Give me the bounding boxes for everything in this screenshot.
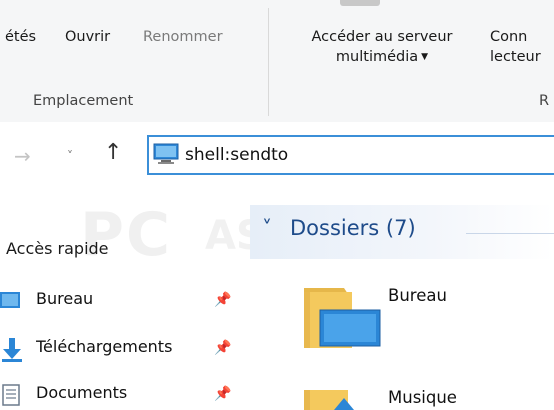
dropdown-caret-icon: ▼ — [421, 52, 429, 62]
connect-drive-label-line1: Conn — [490, 29, 528, 45]
media-server-label-line2: multimédia ▼ — [335, 49, 429, 65]
media-server-label-line1: Accéder au serveur — [311, 29, 453, 45]
group-label-location: Emplacement — [33, 93, 134, 109]
address-input[interactable] — [185, 141, 554, 169]
properties-button[interactable]: étés — [5, 27, 36, 47]
chevron-collapse-icon[interactable]: ˅ — [262, 216, 272, 240]
media-server-button[interactable]: Accéder au serveur multimédia ▼ — [282, 27, 482, 67]
chevron-down-icon[interactable]: ˅ — [67, 149, 73, 163]
connect-drive-button[interactable]: Conn lecteur — [490, 27, 541, 67]
pin-icon[interactable]: 📌 — [214, 386, 231, 402]
group-label-network: R — [539, 93, 550, 109]
open-button[interactable]: Ouvrir — [65, 27, 110, 47]
nav-item-label: Bureau — [36, 289, 94, 308]
ribbon-top-indicator — [340, 0, 380, 6]
group-title: Dossiers (7) — [290, 216, 416, 240]
ribbon-separator — [268, 8, 269, 116]
this-pc-icon — [153, 143, 179, 164]
quick-access-header[interactable]: Accès rapide — [6, 239, 109, 258]
music-folder-icon — [304, 390, 354, 410]
folder-label: Musique — [388, 388, 457, 407]
desktop-folder-icon — [304, 288, 381, 348]
pin-icon[interactable]: 📌 — [214, 340, 231, 356]
group-header-folders[interactable]: ˅ Dossiers (7) — [250, 205, 554, 259]
up-arrow-icon[interactable]: ↑ — [104, 140, 122, 165]
address-bar[interactable] — [147, 135, 554, 175]
desktop-icon — [0, 292, 20, 308]
folder-item-music[interactable]: Musique — [300, 380, 554, 410]
ribbon: étés Ouvrir Renommer Accéder au serveur … — [0, 0, 554, 123]
nav-item-label: Téléchargements — [36, 337, 173, 356]
folder-item-desktop[interactable]: Bureau — [300, 286, 554, 356]
nav-item-label: Documents — [36, 383, 128, 402]
rename-button[interactable]: Renommer — [143, 27, 223, 47]
nav-item-desktop[interactable]: Bureau 📌 — [0, 286, 248, 316]
download-icon — [2, 338, 22, 362]
folder-label: Bureau — [388, 286, 447, 305]
nav-item-documents[interactable]: Documents 📌 — [0, 380, 248, 410]
group-divider — [466, 233, 554, 234]
documents-icon — [2, 384, 20, 406]
nav-item-downloads[interactable]: Téléchargements 📌 — [0, 334, 248, 364]
connect-drive-label-line2: lecteur — [490, 49, 541, 65]
pin-icon[interactable]: 📌 — [214, 292, 231, 308]
forward-arrow-icon[interactable]: → — [14, 144, 31, 168]
watermark-logo: PC — [80, 200, 173, 270]
